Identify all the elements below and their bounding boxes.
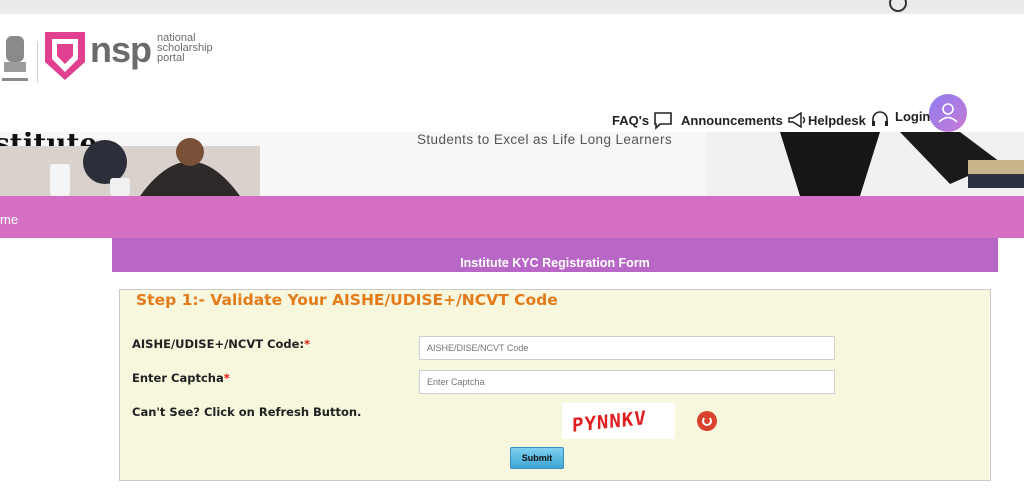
captcha-label-text: Enter Captcha: [132, 371, 224, 385]
user-avatar-icon[interactable]: [929, 94, 967, 132]
step-title: Step 1:- Validate Your AISHE/UDISE+/NCVT…: [136, 291, 558, 309]
nsp-wordmark: nsp: [90, 29, 152, 70]
chat-bubble-icon: [654, 112, 672, 130]
site-header: nsp national scholarship portal FAQ's An…: [0, 14, 1024, 132]
browser-top-strip: [0, 0, 1024, 14]
banner-tagline: Students to Excel as Life Long Learners: [417, 132, 673, 147]
form-title-bar: Institute KYC Registration Form: [112, 238, 998, 272]
required-mark: *: [223, 371, 230, 385]
nav-login-label: Login: [895, 108, 931, 124]
nsp-wordmark-sub: national scholarship portal: [157, 33, 213, 64]
captcha-text: PYNNKV: [572, 407, 647, 437]
nav-faqs-label: FAQ's: [612, 112, 650, 128]
nav-helpdesk-label: Helpdesk: [808, 112, 866, 128]
nav-faqs[interactable]: FAQ's: [612, 108, 673, 132]
refresh-icon[interactable]: [697, 411, 717, 431]
nsp-sub-line-3: portal: [157, 52, 185, 64]
menu-item-home[interactable]: me: [0, 212, 18, 227]
headset-icon: [871, 111, 888, 126]
required-mark: *: [304, 337, 311, 351]
form-title: Institute KYC Registration Form: [460, 256, 650, 270]
captcha-input[interactable]: [419, 370, 835, 394]
main-menu-bar: [0, 196, 1024, 238]
megaphone-icon: [788, 111, 806, 129]
nav-login[interactable]: Login: [895, 104, 930, 128]
nsp-logo-icon[interactable]: [43, 26, 87, 82]
captcha-image: PYNNKV: [562, 403, 675, 439]
nav-announcements[interactable]: Announcements: [681, 108, 809, 132]
nav-announcements-label: Announcements: [681, 112, 783, 128]
refresh-hint: Can't See? Click on Refresh Button.: [132, 405, 362, 419]
user-icon: [938, 103, 958, 123]
globe-icon[interactable]: [889, 0, 907, 12]
national-emblem-icon: [2, 36, 28, 81]
code-label-text: AISHE/UDISE+/NCVT Code:: [132, 337, 305, 351]
submit-button[interactable]: Submit: [510, 447, 564, 469]
nav-helpdesk[interactable]: Helpdesk: [808, 108, 890, 132]
code-label: AISHE/UDISE+/NCVT Code:*: [132, 337, 310, 351]
logo-divider: [37, 41, 38, 83]
step1-panel: Step 1:- Validate Your AISHE/UDISE+/NCVT…: [119, 289, 991, 481]
code-input[interactable]: [419, 336, 835, 360]
captcha-label: Enter Captcha*: [132, 371, 230, 385]
hero-banner: stitute Students to Excel as Life Long L…: [0, 132, 1024, 196]
